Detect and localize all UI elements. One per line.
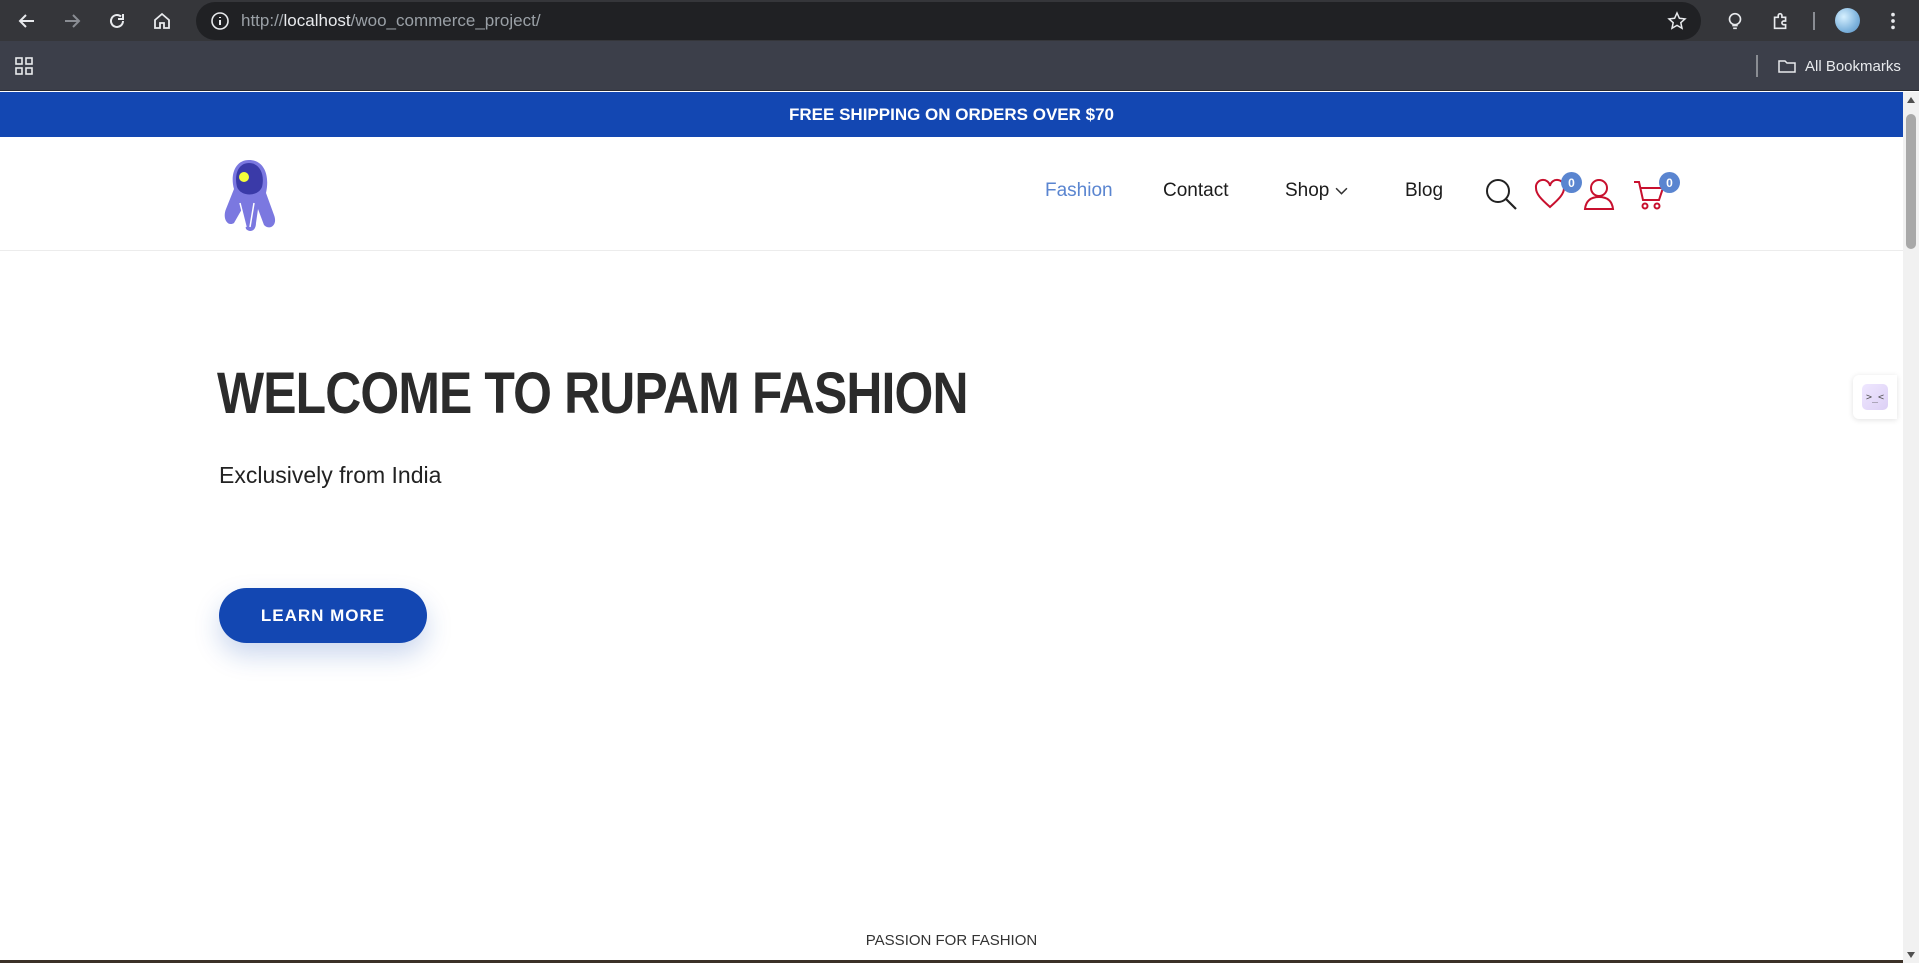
scroll-thumb[interactable] (1906, 114, 1916, 249)
lens-button[interactable] (1723, 9, 1747, 33)
url-prefix: http:// (241, 11, 284, 30)
bookmark-star-icon[interactable] (1667, 11, 1687, 31)
kebab-menu-icon (1891, 12, 1895, 30)
nav-fashion[interactable]: Fashion (1045, 180, 1113, 202)
back-button[interactable] (12, 6, 42, 36)
site-header: Fashion Contact Shop Blog 0 0 (0, 137, 1903, 251)
learn-more-label: LEARN MORE (260, 605, 386, 625)
section-label: PASSION FOR FASHION (865, 932, 1038, 949)
nav-contact[interactable]: Contact (1163, 180, 1228, 202)
nav-shop[interactable]: Shop (1285, 180, 1348, 202)
extensions-button[interactable] (1769, 9, 1793, 33)
toolbar-separator (1813, 12, 1815, 30)
nav-blog[interactable]: Blog (1405, 180, 1443, 202)
arrow-left-icon (18, 14, 34, 28)
info-icon[interactable] (210, 11, 230, 31)
scroll-down-arrow[interactable] (1903, 947, 1919, 963)
side-widget-icon: >_< (1862, 384, 1888, 410)
page-scrollbar[interactable] (1903, 92, 1919, 963)
url-path: /woo_commerce_project/ (350, 11, 541, 30)
puzzle-icon (1773, 12, 1787, 30)
folder-icon (1778, 60, 1796, 73)
arrow-right-icon (65, 14, 81, 28)
chevron-down-icon (1335, 187, 1348, 195)
profile-avatar[interactable] (1835, 8, 1860, 33)
url-text[interactable]: http://localhost/woo_commerce_project/ (241, 11, 541, 31)
all-bookmarks-button[interactable]: All Bookmarks (1777, 56, 1901, 76)
forward-button[interactable] (57, 6, 87, 36)
bulb-icon (1728, 12, 1742, 30)
nav-shop-label: Shop (1285, 180, 1330, 201)
home-button[interactable] (147, 6, 177, 36)
learn-more-button[interactable]: LEARN MORE (219, 588, 427, 643)
scroll-up-arrow[interactable] (1903, 92, 1919, 108)
reload-button[interactable] (102, 6, 132, 36)
all-bookmarks-label: All Bookmarks (1805, 57, 1901, 75)
home-icon (154, 12, 170, 29)
cart-count-badge: 0 (1659, 172, 1680, 193)
account-user-icon[interactable] (1582, 177, 1616, 211)
address-bar[interactable]: http://localhost/woo_commerce_project/ (196, 2, 1701, 40)
web-page: FREE SHIPPING ON ORDERS OVER $70 Fashion… (0, 92, 1903, 963)
wishlist-count-badge: 0 (1561, 172, 1582, 193)
reload-icon (110, 13, 124, 28)
shipping-banner-text: FREE SHIPPING ON ORDERS OVER $70 (789, 104, 1114, 124)
side-widget[interactable]: >_< (1853, 375, 1897, 419)
hero-subtitle: Exclusively from India (219, 462, 442, 488)
site-logo[interactable] (216, 157, 282, 233)
bookmarks-separator (1756, 55, 1758, 77)
triangle-up-icon (1907, 97, 1915, 103)
apps-grid-icon[interactable] (14, 56, 34, 76)
url-host: localhost (283, 11, 351, 30)
hero-title: WELCOME TO RUPAM FASHION (217, 361, 969, 426)
search-icon[interactable] (1484, 177, 1518, 211)
bookmarks-bar (0, 41, 1919, 91)
browser-toolbar: http://localhost/woo_commerce_project/ (0, 0, 1919, 41)
triangle-down-icon (1907, 952, 1915, 958)
shipping-banner: FREE SHIPPING ON ORDERS OVER $70 (0, 92, 1903, 137)
browser-menu-button[interactable] (1881, 9, 1905, 33)
